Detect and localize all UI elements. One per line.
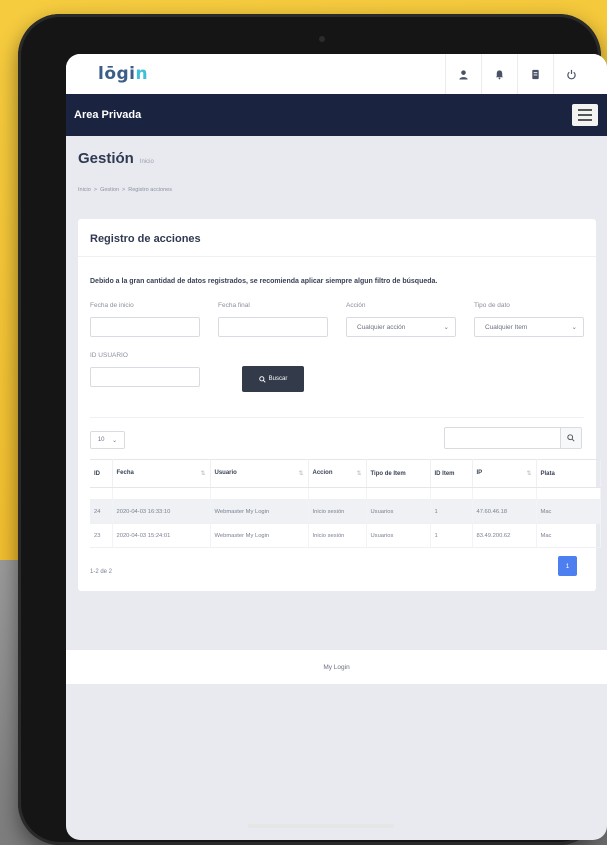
pagination-page-1[interactable]: 1 xyxy=(558,556,577,576)
card-header: Registro de acciones xyxy=(78,219,596,257)
actions-log-card: Registro de acciones Debido a la gran ca… xyxy=(78,219,601,591)
page-subtitle: Inicio xyxy=(139,159,154,165)
column-header[interactable]: IP ⇅ xyxy=(472,459,537,488)
tablet-device: lōgin Area Privada Gestión Inicio Inicio… xyxy=(18,14,607,845)
table-search-button[interactable] xyxy=(560,427,582,449)
page-title: Gestión xyxy=(78,150,134,167)
bell-icon[interactable] xyxy=(481,54,517,94)
chevron-down-icon: ⌄ xyxy=(443,324,449,331)
breadcrumb-separator: > xyxy=(93,187,98,193)
column-header[interactable]: Plata xyxy=(536,459,601,488)
start-date-input[interactable] xyxy=(90,317,200,337)
power-icon[interactable] xyxy=(553,54,589,94)
table-search-input[interactable] xyxy=(444,427,561,449)
top-bar: lōgin xyxy=(66,54,607,94)
search-icon xyxy=(567,434,575,442)
column-header[interactable]: Fecha ⇅ xyxy=(112,459,211,488)
column-header[interactable]: ID Item xyxy=(430,459,473,488)
hamburger-menu-button[interactable] xyxy=(572,104,598,126)
footer: My Login xyxy=(66,650,607,684)
card-title: Registro de acciones xyxy=(90,233,201,245)
footer-text: My Login xyxy=(323,663,350,671)
data-type-select[interactable]: Cualquier Item ⌄ xyxy=(474,317,584,337)
chevron-down-icon: ⌄ xyxy=(112,437,118,444)
search-button[interactable]: Buscar xyxy=(242,366,304,392)
action-label: Acción xyxy=(346,302,366,309)
page-size-select[interactable]: 10 ⌄ xyxy=(90,431,125,449)
column-header[interactable]: Accion ⇅ xyxy=(308,459,367,488)
chevron-down-icon: ⌄ xyxy=(571,324,577,331)
record-count: 1-2 de 2 xyxy=(90,569,113,575)
document-icon[interactable] xyxy=(517,54,553,94)
breadcrumb-separator: > xyxy=(122,187,126,193)
top-icons xyxy=(445,54,589,94)
breadcrumb-home[interactable]: Inicio xyxy=(78,187,91,193)
app-logo[interactable]: lōgin xyxy=(98,64,148,84)
divider xyxy=(90,417,584,418)
page-header: Gestión Inicio xyxy=(66,136,607,167)
user-id-input[interactable] xyxy=(90,367,200,387)
column-header[interactable]: ID xyxy=(90,459,113,488)
data-type-label: Tipo de dato xyxy=(474,302,510,309)
navbar: Area Privada xyxy=(66,94,607,136)
breadcrumb-gestion[interactable]: Gestion xyxy=(100,187,119,193)
breadcrumb: Inicio > Gestion > Registro acciones xyxy=(66,167,607,193)
user-icon[interactable] xyxy=(445,54,481,94)
home-indicator xyxy=(248,824,394,828)
tablet-screen: lōgin Area Privada Gestión Inicio Inicio… xyxy=(66,54,607,840)
filter-notice: Debido a la gran cantidad de datos regis… xyxy=(90,278,438,285)
column-header[interactable]: Tipo de Item xyxy=(366,459,431,488)
end-date-input[interactable] xyxy=(218,317,328,337)
search-icon xyxy=(258,375,266,383)
table-row[interactable]: 23 2020-04-03 15:24:01 Webmaster My Logi… xyxy=(90,523,601,548)
start-date-label: Fecha de inicio xyxy=(90,302,134,309)
actions-table: ID Fecha ⇅ Usuario ⇅ Accion ⇅ Tipo de Item … xyxy=(90,459,601,548)
column-header[interactable]: Usuario ⇅ xyxy=(210,459,309,488)
camera-dot xyxy=(319,36,325,42)
action-select[interactable]: Cualquier acción ⌄ xyxy=(346,317,456,337)
user-id-label: ID USUARIO xyxy=(90,352,128,359)
navbar-title: Area Privada xyxy=(74,109,142,121)
end-date-label: Fecha final xyxy=(218,302,250,309)
table-row[interactable]: 24 2020-04-03 16:33:10 Webmaster My Logi… xyxy=(90,499,601,524)
table-header-row: ID Fecha ⇅ Usuario ⇅ Accion ⇅ Tipo de Item … xyxy=(90,459,601,488)
breadcrumb-current: Registro acciones xyxy=(128,187,172,193)
